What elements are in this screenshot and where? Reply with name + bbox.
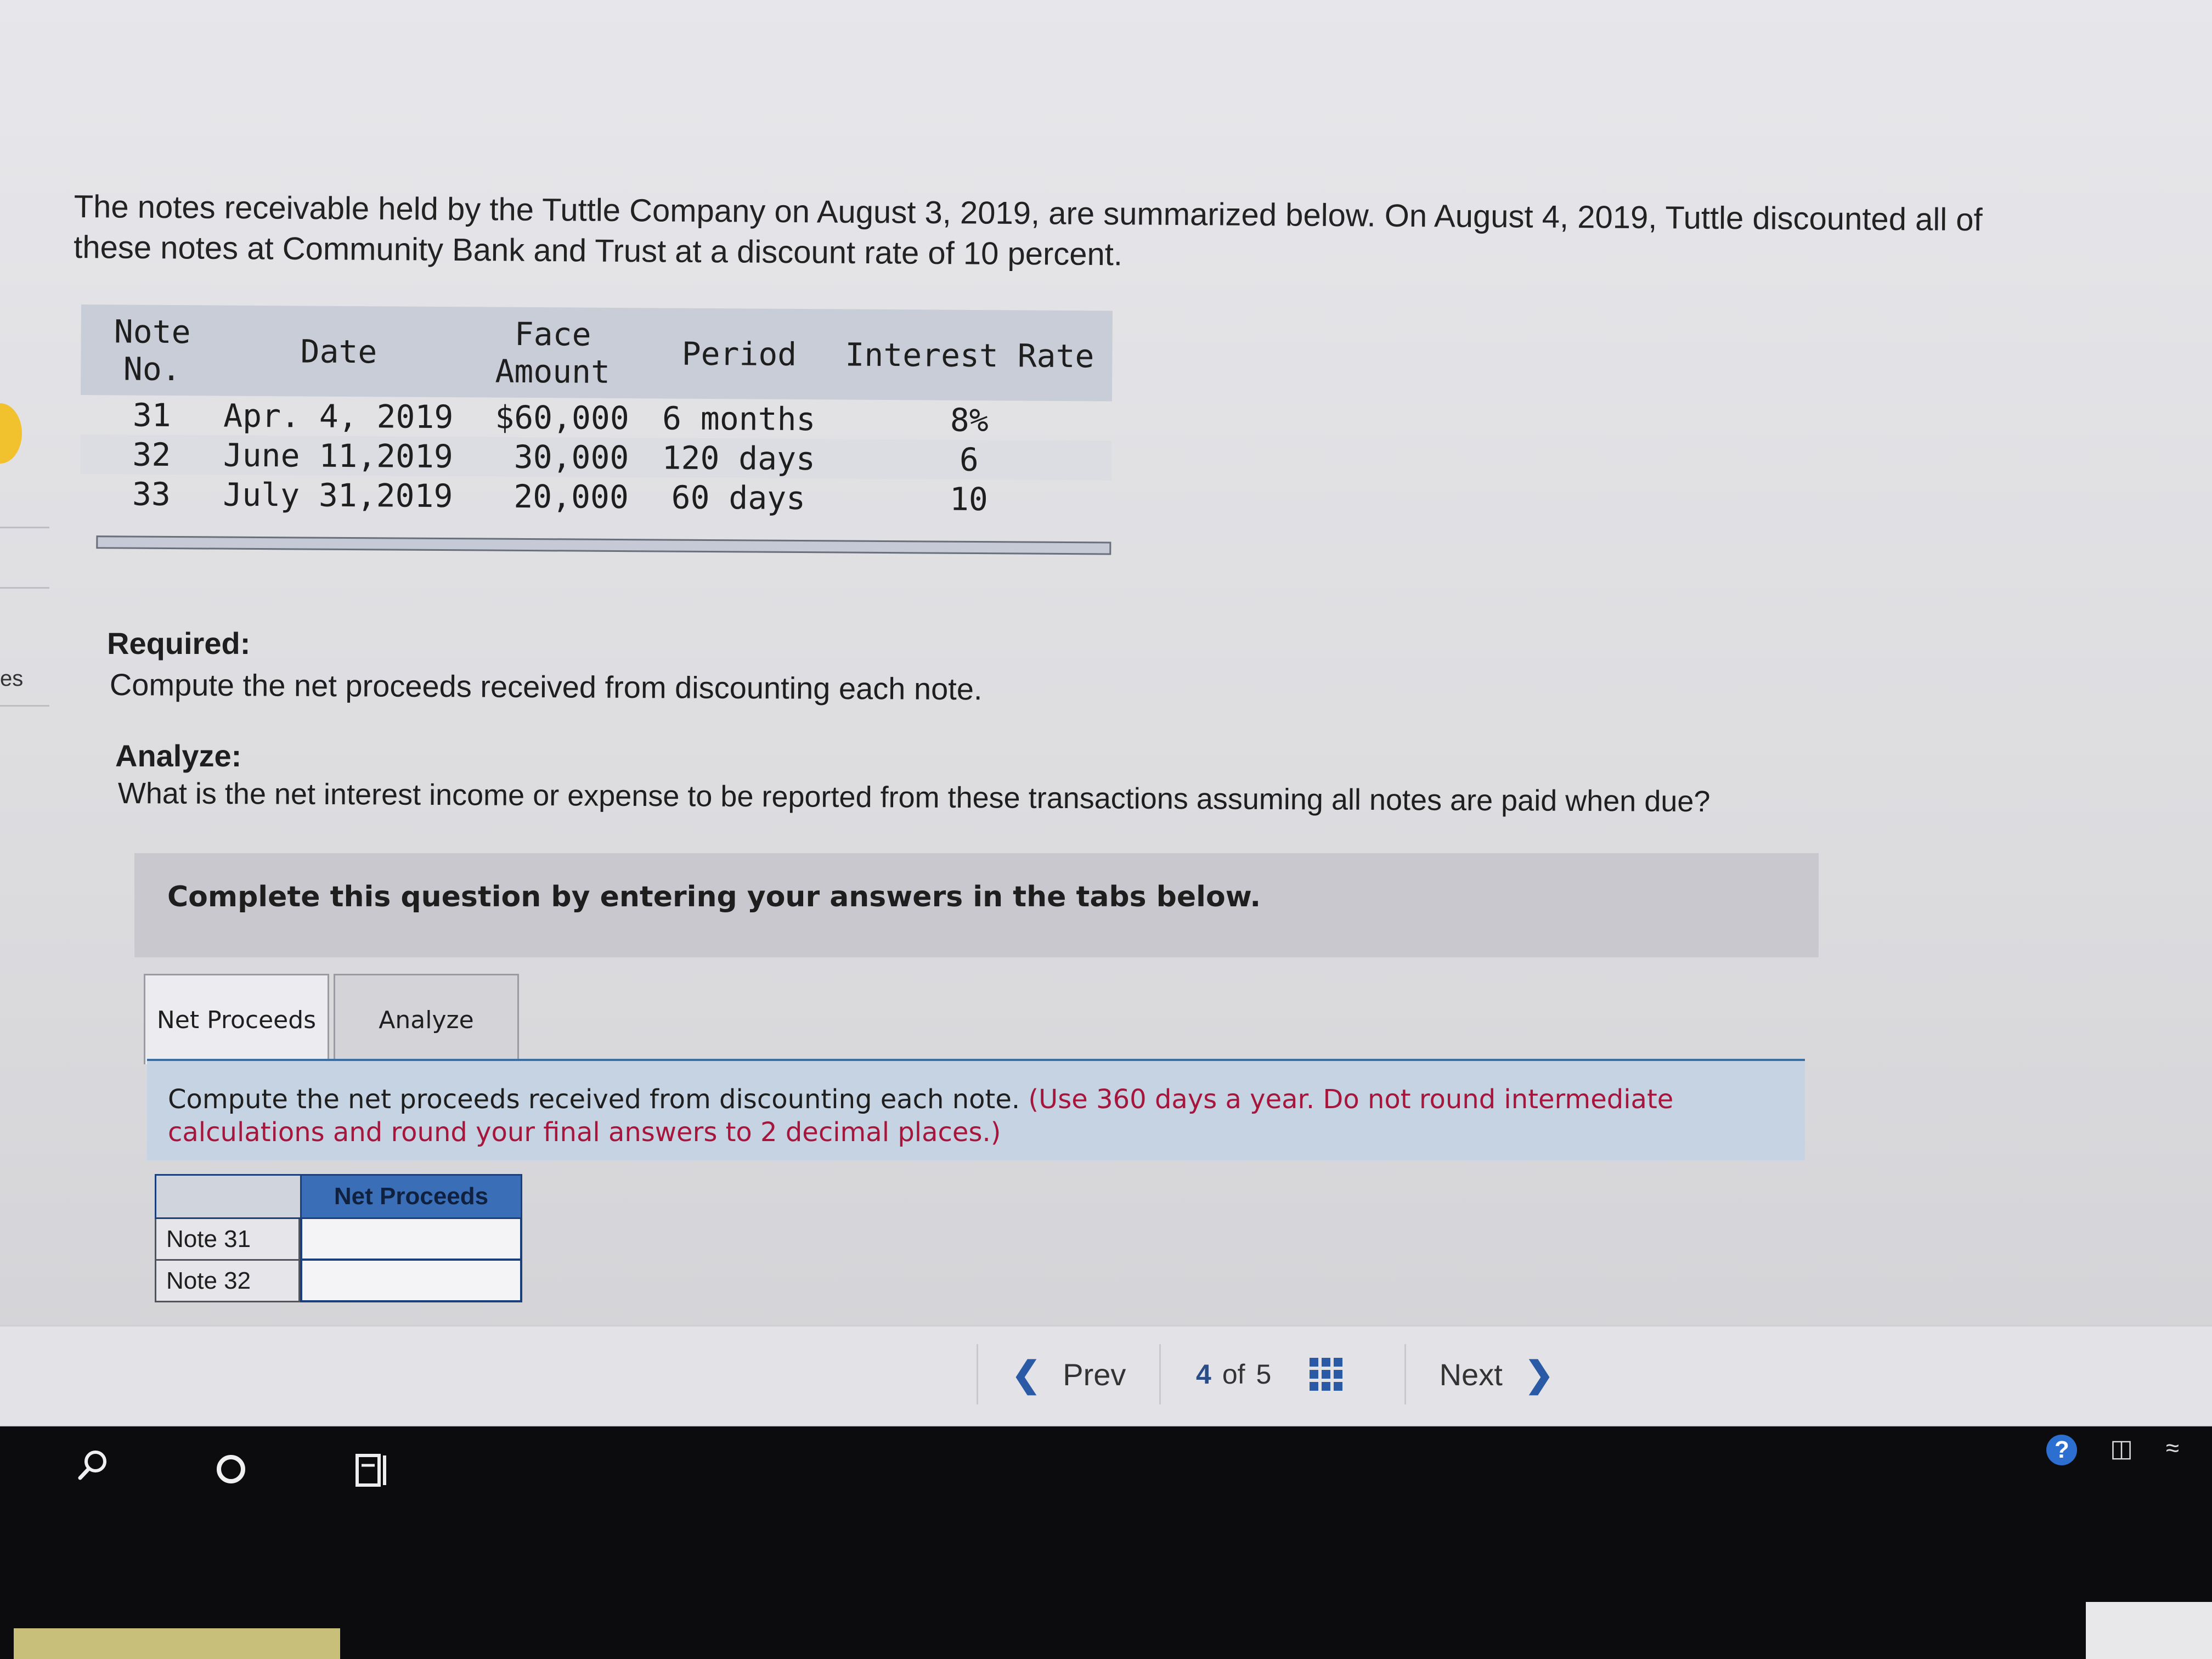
cell-period: 60 days — [671, 478, 806, 517]
question-intro: The notes receivable held by the Tuttle … — [74, 188, 1983, 273]
next-label: Next — [1439, 1357, 1503, 1392]
system-tray: ? ◫ ≈ — [2046, 1435, 2179, 1465]
search-icon[interactable] — [77, 1448, 110, 1481]
cell-note-no: 33 — [132, 475, 171, 514]
table-row: 32 June 11,2019 30,000 120 days 6 — [80, 434, 1112, 481]
next-button[interactable]: Next ❯ — [1404, 1344, 1587, 1404]
table-row: Note 31 — [155, 1219, 522, 1261]
row-label-note-32: Note 32 — [155, 1261, 300, 1302]
net-proceeds-input-note-31[interactable] — [300, 1219, 522, 1261]
header-date: Date — [300, 332, 377, 370]
keyboard-edge — [2086, 1602, 2212, 1659]
page-indicator[interactable]: 4 of 5 — [1196, 1347, 1343, 1402]
cell-face-amount: 30,000 — [514, 438, 629, 477]
page-of: of — [1222, 1359, 1245, 1390]
cell-note-no: 31 — [132, 396, 171, 435]
cell-period: 120 days — [662, 439, 816, 478]
prev-label: Prev — [1063, 1357, 1126, 1392]
table-row: Note 32 — [155, 1261, 522, 1302]
windows-taskbar — [0, 1426, 2212, 1659]
header-note-no: Note No. — [114, 312, 191, 388]
cell-period: 6 months — [662, 399, 816, 438]
table-row: 31 Apr. 4, 2019 $60,000 6 months 8% — [81, 395, 1112, 441]
left-edge-divider — [0, 587, 49, 589]
required-title: Required: — [107, 626, 251, 661]
table-row: 33 July 31,2019 20,000 60 days 10 — [80, 474, 1111, 520]
cell-date: July 31,2019 — [223, 476, 453, 515]
complete-instructions: Complete this question by entering your … — [134, 853, 1819, 957]
grid-icon[interactable] — [1310, 1358, 1343, 1391]
tab-analyze[interactable]: Analyze — [334, 974, 519, 1064]
complete-instructions-text: Complete this question by entering your … — [167, 881, 1261, 913]
cell-interest-rate: 8% — [950, 401, 989, 439]
tab-net-proceeds[interactable]: Net Proceeds — [144, 974, 329, 1064]
cell-interest-rate: 6 — [959, 441, 979, 478]
total-pages: 5 — [1256, 1359, 1272, 1390]
cell-face-amount: 20,000 — [514, 477, 629, 516]
prev-button[interactable]: ❮ Prev — [977, 1344, 1161, 1404]
required-text: Compute the net proceeds received from d… — [109, 667, 983, 707]
wifi-icon[interactable]: ≈ — [2166, 1435, 2179, 1465]
analyze-title: Analyze: — [115, 738, 242, 773]
net-proceeds-header: Net Proceeds — [155, 1174, 522, 1219]
left-edge-divider — [0, 527, 49, 528]
battery-icon[interactable]: ◫ — [2110, 1435, 2133, 1465]
header-face-amount: Face Amount — [495, 315, 611, 391]
cell-face-amount: $60,000 — [495, 398, 629, 437]
chevron-left-icon: ❮ — [1011, 1354, 1041, 1394]
row-label-note-31: Note 31 — [155, 1219, 300, 1261]
cell-date: June 11,2019 — [223, 436, 454, 476]
net-proceeds-input-note-32[interactable] — [300, 1261, 522, 1302]
notes-table-header: Note No. Date Face Amount Period Interes… — [80, 304, 1113, 402]
header-period: Period — [681, 335, 797, 373]
header-net-proceeds: Net Proceeds — [300, 1174, 522, 1219]
header-interest-rate: Interest Rate — [845, 336, 1094, 375]
cell-note-no: 32 — [132, 436, 171, 474]
left-edge-divider — [0, 705, 49, 707]
left-edge-text: es — [0, 667, 24, 691]
net-proceeds-table: Net Proceeds Note 31 Note 32 — [155, 1174, 522, 1302]
notes-table: Note No. Date Face Amount Period Interes… — [80, 304, 1113, 555]
task-view-icon[interactable] — [354, 1451, 392, 1489]
cell-date: Apr. 4, 2019 — [223, 397, 454, 436]
chevron-right-icon: ❯ — [1524, 1354, 1554, 1394]
help-icon[interactable]: ? — [2046, 1435, 2078, 1465]
cortana-icon[interactable] — [217, 1455, 245, 1483]
current-page: 4 — [1196, 1359, 1211, 1390]
instruction-main: Compute the net proceeds received from d… — [168, 1084, 1020, 1115]
cell-interest-rate: 10 — [949, 480, 988, 518]
tab-instruction: Compute the net proceeds received from d… — [147, 1059, 1805, 1160]
header-blank-cell — [155, 1174, 300, 1219]
keyboard-edge — [14, 1628, 340, 1659]
